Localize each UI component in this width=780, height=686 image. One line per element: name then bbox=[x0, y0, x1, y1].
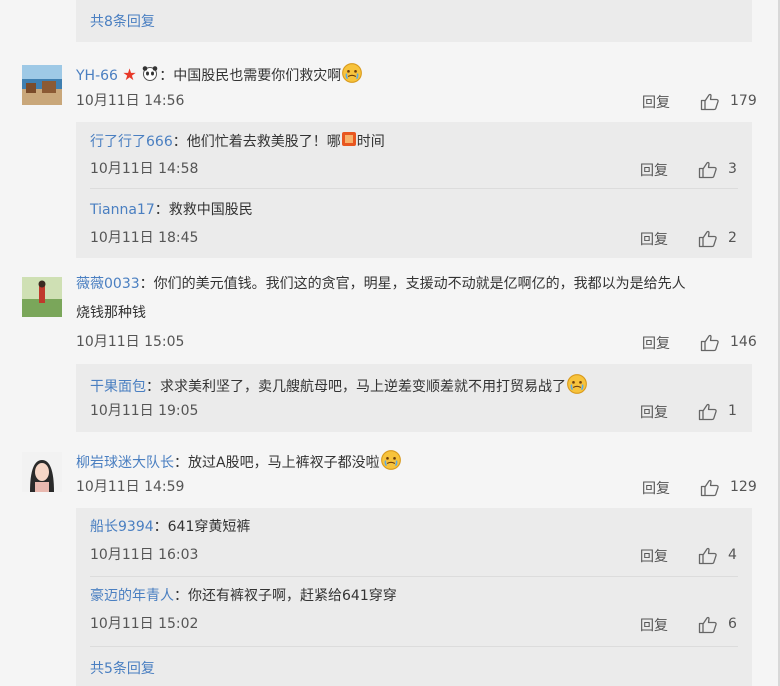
reply-line: 船长9394：641穿黄短裤 bbox=[90, 519, 251, 535]
reply-button[interactable]: 回复 bbox=[640, 546, 668, 566]
thumbs-up-icon bbox=[698, 616, 718, 634]
divider bbox=[90, 646, 738, 647]
username-link[interactable]: 豪迈的年青人 bbox=[90, 588, 174, 604]
comment-text: 你们的美元值钱。我们这的贪官，明星，支援动不动就是亿啊亿的，我都以为是给先人 bbox=[153, 276, 686, 292]
thumbs-up-icon bbox=[698, 547, 718, 565]
divider bbox=[90, 188, 738, 189]
reply-line: Tianna17：救救中国股民 bbox=[90, 202, 253, 218]
like-count: 1 bbox=[728, 403, 737, 419]
crying-laugh-emoji-icon bbox=[341, 62, 363, 90]
comment-line: YH-66 ★ ：中国股民也需要你们救灾啊 bbox=[76, 62, 363, 90]
divider bbox=[90, 576, 738, 577]
comment-text: 放过A股吧，马上裤衩子都没啦 bbox=[188, 455, 380, 471]
comments-page: 共8条回复 YH-66 ★ ：中国股民也需要你们救灾啊 10月11日 14:56… bbox=[0, 0, 780, 686]
username-link[interactable]: 船长9394 bbox=[90, 519, 154, 535]
comment-item: 薇薇0033：你们的美元值钱。我们这的贪官，明星，支援动不动就是亿啊亿的，我都以… bbox=[0, 265, 780, 355]
reply-button[interactable]: 回复 bbox=[640, 615, 668, 635]
reply-button[interactable]: 回复 bbox=[642, 333, 670, 353]
username-link[interactable]: 干果面包 bbox=[90, 379, 146, 395]
like-count: 146 bbox=[730, 334, 757, 350]
previous-thread-footer: 共8条回复 bbox=[76, 0, 752, 42]
reply-text: 你还有裤衩子啊，赶紧给641穿穿 bbox=[188, 588, 397, 604]
reply-timestamp: 10月11日 15:02 bbox=[90, 616, 199, 632]
username-link[interactable]: 行了行了666 bbox=[90, 134, 173, 150]
comment-line: 薇薇0033：你们的美元值钱。我们这的贪官，明星，支援动不动就是亿啊亿的，我都以… bbox=[76, 276, 686, 292]
reply-text: 求求美利坚了，卖几艘航母吧，马上逆差变顺差就不用打贸易战了 bbox=[160, 379, 566, 395]
username-link[interactable]: Tianna17 bbox=[90, 202, 155, 218]
thumbs-up-icon bbox=[698, 161, 718, 179]
reply-button[interactable]: 回复 bbox=[640, 402, 668, 422]
reply-list: 船长9394：641穿黄短裤 10月11日 16:03 回复 4 豪迈的年青人：… bbox=[76, 508, 752, 686]
comment-item: 柳岩球迷大队长：放过A股吧，马上裤衩子都没啦 10月11日 14:59 回复 1… bbox=[0, 440, 780, 500]
comment-timestamp: 10月11日 14:59 bbox=[76, 479, 185, 495]
crying-emoji-icon bbox=[380, 449, 402, 477]
comment-item: YH-66 ★ ：中国股民也需要你们救灾啊 10月11日 14:56 回复 17… bbox=[0, 55, 780, 115]
like-count: 3 bbox=[728, 161, 737, 177]
reply-line: 行了行了666：他们忙着去救美股了！哪 时间 bbox=[90, 131, 385, 153]
show-all-replies-link[interactable]: 共8条回复 bbox=[90, 11, 155, 31]
reply-text: 他们忙着去救美股了！哪 bbox=[186, 134, 341, 150]
thumbs-up-icon bbox=[698, 230, 718, 248]
reply-timestamp: 10月11日 16:03 bbox=[90, 547, 199, 563]
reply-timestamp: 10月11日 19:05 bbox=[90, 403, 199, 419]
username-link[interactable]: YH-66 bbox=[76, 68, 118, 84]
comment-line: 柳岩球迷大队长：放过A股吧，马上裤衩子都没啦 bbox=[76, 449, 402, 477]
reply-button[interactable]: 回复 bbox=[640, 160, 668, 180]
like-count: 2 bbox=[728, 230, 737, 246]
reply-text: 救救中国股民 bbox=[168, 202, 253, 218]
thumbs-up-icon bbox=[698, 403, 718, 421]
comment-text: 中国股民也需要你们救灾啊 bbox=[173, 68, 342, 84]
reply-button[interactable]: 回复 bbox=[640, 229, 668, 249]
avatar[interactable] bbox=[22, 452, 62, 492]
like-count: 129 bbox=[730, 479, 757, 495]
comment-timestamp: 10月11日 15:05 bbox=[76, 334, 185, 350]
panda-badge-icon bbox=[141, 65, 159, 87]
star-badge-icon: ★ bbox=[122, 65, 137, 84]
username-link[interactable]: 薇薇0033 bbox=[76, 276, 140, 292]
thumbs-up-icon bbox=[700, 334, 720, 352]
reply-timestamp: 10月11日 14:58 bbox=[90, 161, 199, 177]
reply-timestamp: 10月11日 18:45 bbox=[90, 230, 199, 246]
reply-list: 行了行了666：他们忙着去救美股了！哪 时间 10月11日 14:58 回复 3 … bbox=[76, 122, 752, 258]
like-count: 179 bbox=[730, 93, 757, 109]
thumbs-up-icon bbox=[700, 93, 720, 111]
like-count: 6 bbox=[728, 616, 737, 632]
worried-emoji-icon bbox=[566, 373, 588, 401]
avatar[interactable] bbox=[22, 65, 62, 105]
comment-timestamp: 10月11日 14:56 bbox=[76, 93, 185, 109]
avatar[interactable] bbox=[22, 277, 62, 317]
reply-line: 干果面包：求求美利坚了，卖几艘航母吧，马上逆差变顺差就不用打贸易战了 bbox=[90, 373, 588, 401]
show-all-replies-link[interactable]: 共5条回复 bbox=[90, 658, 155, 678]
emoji-box-icon bbox=[341, 131, 357, 153]
like-count: 4 bbox=[728, 547, 737, 563]
reply-button[interactable]: 回复 bbox=[642, 92, 670, 112]
reply-text: 641穿黄短裤 bbox=[167, 519, 251, 535]
reply-list: 干果面包：求求美利坚了，卖几艘航母吧，马上逆差变顺差就不用打贸易战了 10月11… bbox=[76, 364, 752, 432]
thumbs-up-icon bbox=[700, 479, 720, 497]
reply-line: 豪迈的年青人：你还有裤衩子啊，赶紧给641穿穿 bbox=[90, 588, 397, 604]
reply-button[interactable]: 回复 bbox=[642, 478, 670, 498]
username-link[interactable]: 柳岩球迷大队长 bbox=[76, 455, 174, 471]
comment-text-line2: 烧钱那种钱 bbox=[76, 305, 146, 321]
